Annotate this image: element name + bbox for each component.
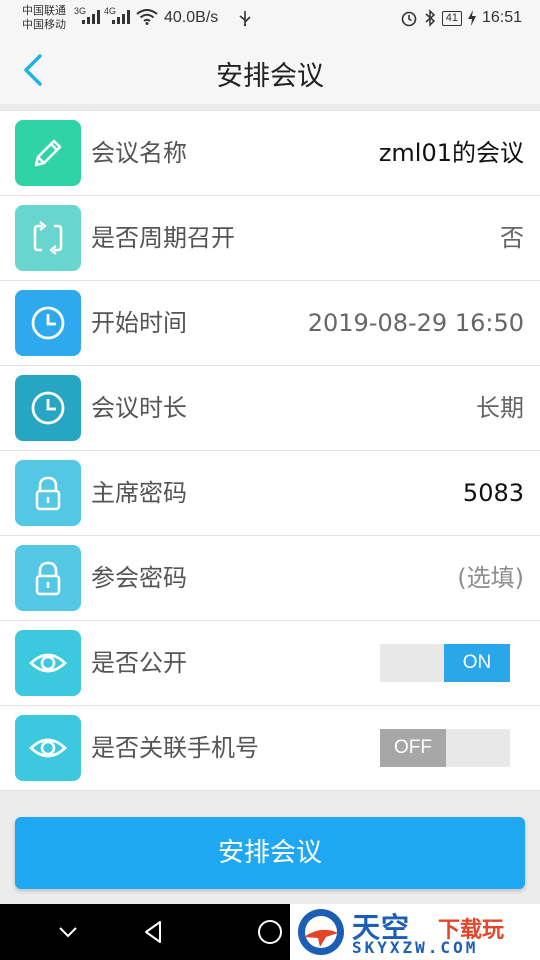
charging-icon <box>467 10 476 26</box>
row-label: 主席密码 <box>91 479 187 507</box>
status-bar: 中国联通 中国移动 3G 4G 40.0B/s 41 16:51 <box>0 0 540 36</box>
attendee-password-input[interactable]: (选填) <box>457 536 524 620</box>
circle-home-icon[interactable] <box>256 918 284 946</box>
battery-level: 41 <box>441 10 462 26</box>
duration-value: 长期 <box>476 394 524 422</box>
row-public: 是否公开 ON <box>0 621 540 706</box>
clock-time: 16:51 <box>481 9 522 26</box>
signal-bars-icon <box>82 10 100 24</box>
row-label: 是否公开 <box>91 649 187 677</box>
wifi-icon <box>136 9 158 25</box>
repeat-icon <box>15 205 81 271</box>
public-toggle[interactable]: ON <box>380 644 510 682</box>
watermark: 天空 下载玩 SKYXZW.COM <box>290 904 540 960</box>
carrier-names: 中国联通 中国移动 <box>22 4 66 32</box>
eye-icon <box>15 715 81 781</box>
triangle-back-icon[interactable] <box>140 918 168 946</box>
clock-icon <box>15 375 81 441</box>
row-duration[interactable]: 会议时长 长期 <box>0 366 540 451</box>
signal-bars-icon <box>112 10 130 24</box>
meeting-name-value: zml01的会议 <box>378 139 524 167</box>
watermark-url: SKYXZW.COM <box>352 938 479 957</box>
row-label: 参会密码 <box>91 564 187 592</box>
row-label: 会议时长 <box>91 394 187 422</box>
page-title: 安排会议 <box>216 61 324 92</box>
row-host-password[interactable]: 主席密码 5083 <box>0 451 540 536</box>
lock-icon <box>15 460 81 526</box>
start-time-value: 2019-08-29 16:50 <box>307 309 524 337</box>
toggle-knob: ON <box>444 644 510 682</box>
row-meeting-name[interactable]: 会议名称 zml01的会议 <box>0 110 540 196</box>
carrier-2: 中国移动 <box>22 19 66 31</box>
row-attendee-password[interactable]: 参会密码 (选填) <box>0 536 540 621</box>
chevron-down-icon[interactable] <box>54 918 82 946</box>
row-label: 是否关联手机号 <box>91 734 259 762</box>
clock-icon <box>15 290 81 356</box>
alarm-icon <box>401 11 417 27</box>
recurring-value: 否 <box>500 224 524 252</box>
lock-icon <box>15 545 81 611</box>
meeting-form: 会议名称 zml01的会议 是否周期召开 否 开始时间 2019-08-29 1… <box>0 110 540 791</box>
row-label: 是否周期召开 <box>91 224 235 252</box>
eye-icon <box>15 630 81 696</box>
toggle-knob: OFF <box>380 729 446 767</box>
navigation-bar: 安排会议 <box>0 36 540 104</box>
row-label: 会议名称 <box>91 139 187 167</box>
link-phone-toggle[interactable]: OFF <box>380 729 510 767</box>
carrier-1: 中国联通 <box>22 5 66 17</box>
watermark-logo-icon <box>298 909 344 955</box>
usb-icon <box>239 11 251 26</box>
row-link-phone: 是否关联手机号 OFF <box>0 706 540 791</box>
row-start-time[interactable]: 开始时间 2019-08-29 16:50 <box>0 281 540 366</box>
schedule-meeting-button[interactable]: 安排会议 <box>15 817 525 889</box>
row-label: 开始时间 <box>91 309 187 337</box>
host-password-value: 5083 <box>462 479 524 507</box>
pencil-icon <box>15 120 81 186</box>
network-speed: 40.0B/s <box>164 9 219 26</box>
row-recurring[interactable]: 是否周期召开 否 <box>0 196 540 281</box>
bluetooth-icon <box>425 9 435 27</box>
status-icons: 41 16:51 <box>400 9 522 27</box>
